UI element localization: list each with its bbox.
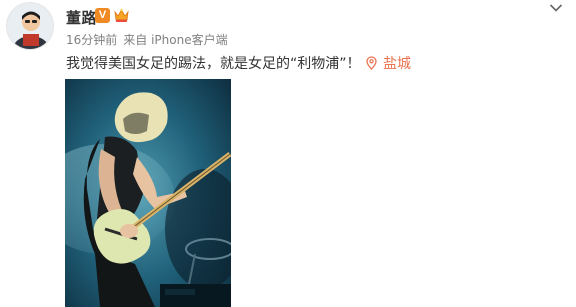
location-label: 盐城 [383,56,411,72]
avatar[interactable] [6,2,54,50]
verified-icon: V [95,8,110,23]
post-text: 我觉得美国女足的踢法，就是女足的“利物浦”！ [66,56,361,72]
map-pin-icon [366,56,377,70]
location-link[interactable]: 盐城 [366,53,411,73]
weibo-post-card: 董路 V 16分钟前 来自 iPhone客户端 我觉得美国女足的踢法，就是女足的“… [0,0,576,307]
post-meta: 16分钟前 来自 iPhone客户端 [66,31,228,48]
crown-icon[interactable] [113,7,130,23]
author-name[interactable]: 董路 [66,7,97,28]
post-time[interactable]: 16分钟前 [66,33,117,47]
post-source: 来自 iPhone客户端 [123,33,228,47]
chevron-down-icon[interactable] [549,3,563,13]
post-photo[interactable] [65,79,231,307]
